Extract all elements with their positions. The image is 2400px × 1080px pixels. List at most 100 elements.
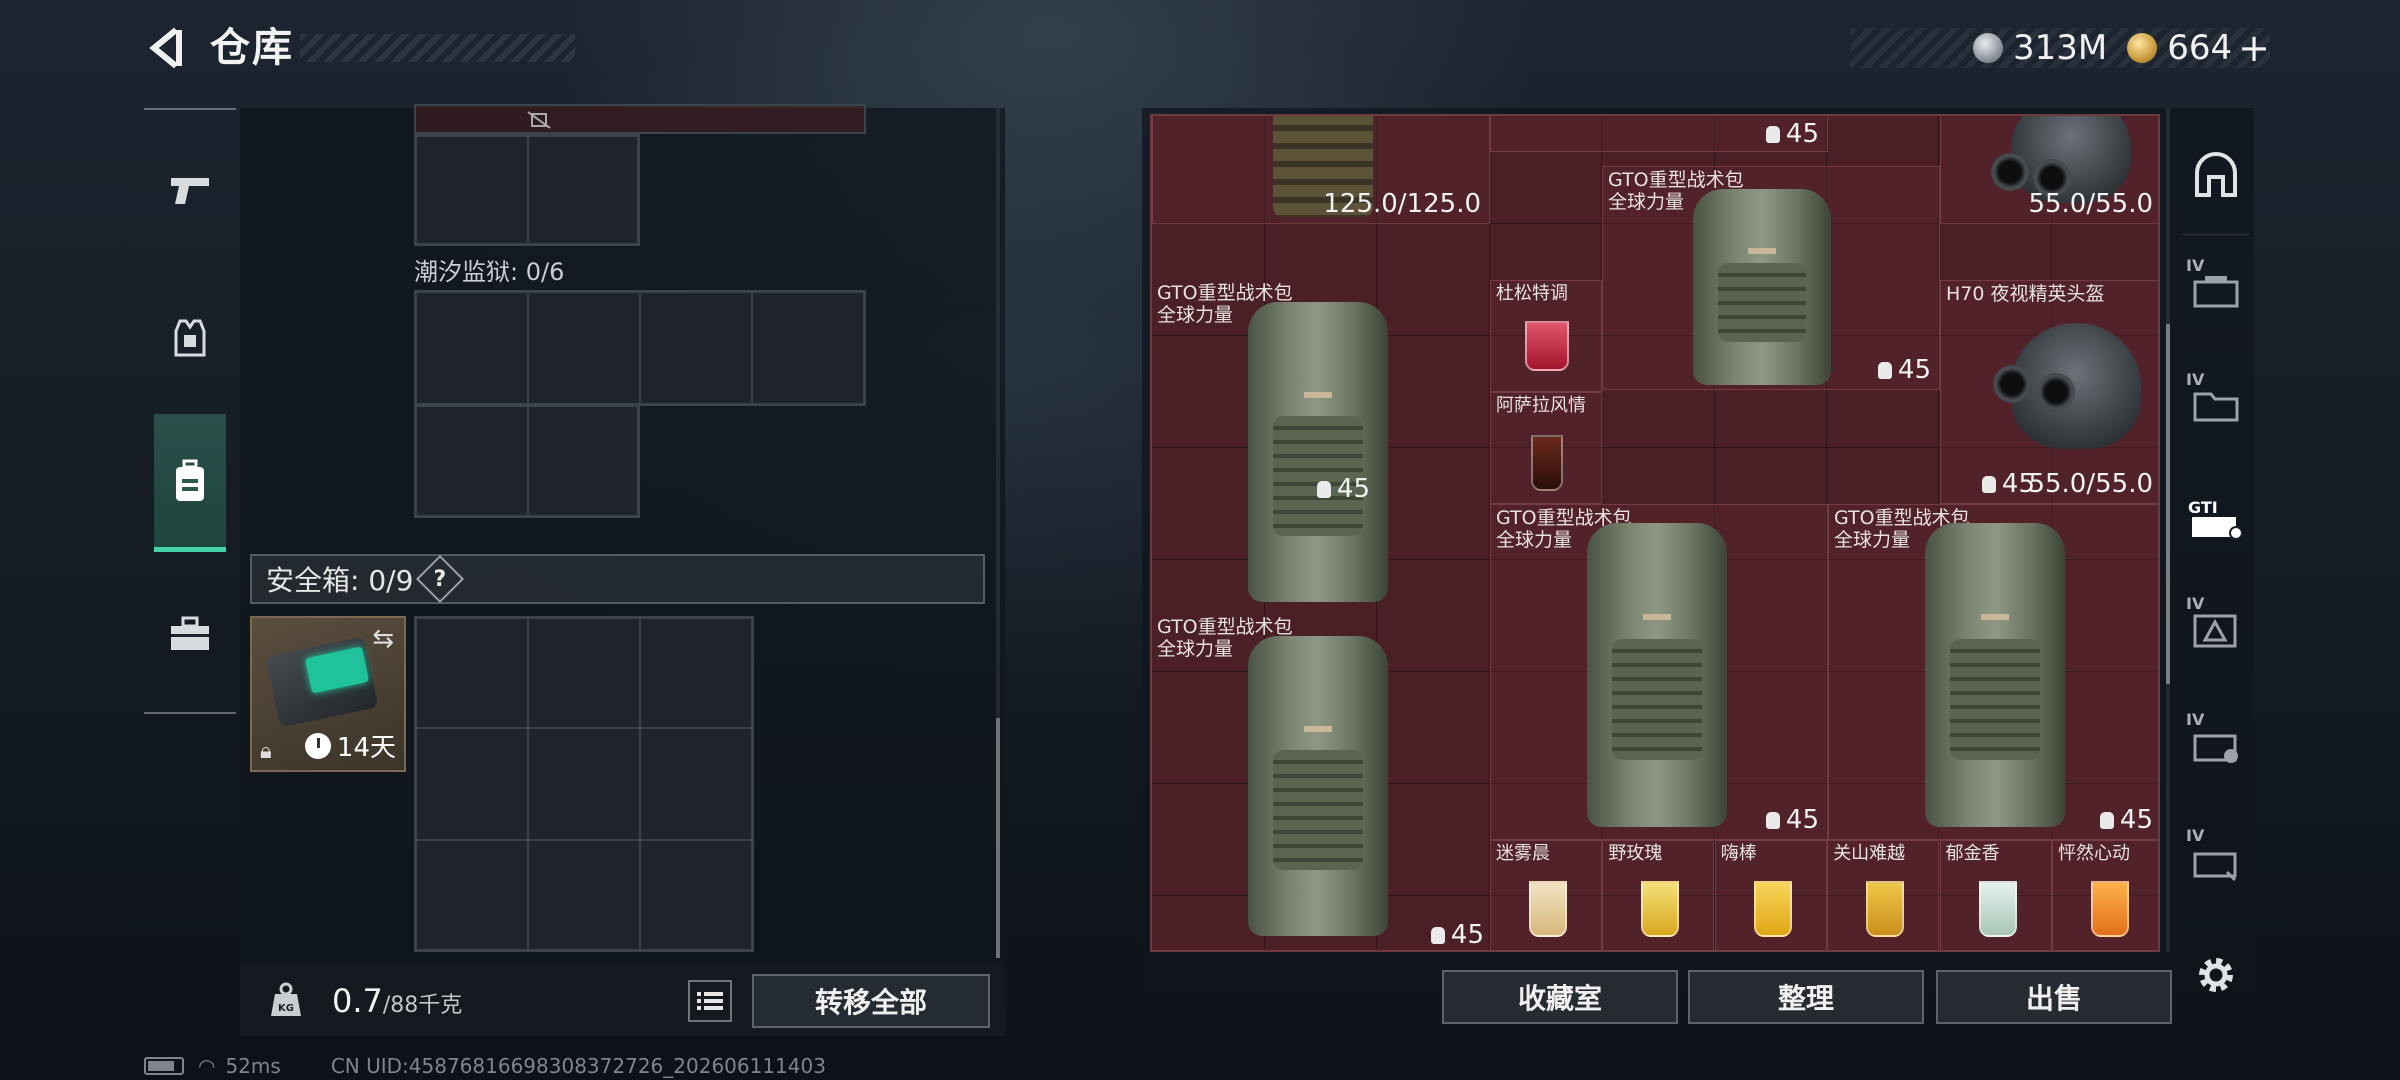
tab-container-4[interactable]: IV xyxy=(2182,698,2250,794)
grid-cell[interactable] xyxy=(640,840,752,950)
stash-grid: 125.0/125.0 45 55.0/55.0 GTO重型战术包 全球力量 4… xyxy=(1150,114,2160,952)
rail-item-supplies[interactable] xyxy=(154,584,226,684)
stash-item-gto-backpack[interactable]: GTO重型战术包 全球力量 45 xyxy=(1152,280,1490,614)
stash-item-gto-backpack[interactable]: GTO重型战术包 全球力量 45 xyxy=(1490,504,1828,840)
backpack-count-icon xyxy=(1430,926,1445,944)
stash-item-drink[interactable]: 嗨棒 xyxy=(1714,840,1827,950)
back-button[interactable] xyxy=(140,22,192,74)
stash-item-partial[interactable]: 45 xyxy=(1490,116,1828,152)
tab-level: IV xyxy=(2186,594,2205,613)
item-count-value: 45 xyxy=(1897,355,1931,385)
stash-item-drink[interactable]: 关山难越 xyxy=(1827,840,1940,950)
drink-image xyxy=(1753,881,1792,937)
grid-cell[interactable] xyxy=(640,292,752,404)
goggle-lens xyxy=(1993,365,2031,403)
left-scrollbar[interactable] xyxy=(996,108,1000,958)
grid-cell[interactable] xyxy=(416,136,528,244)
rail-item-backpack[interactable] xyxy=(154,414,226,552)
grid-cell[interactable] xyxy=(528,840,640,950)
grid-cell[interactable] xyxy=(528,292,640,404)
tab-gti[interactable]: GTI xyxy=(2182,470,2250,566)
grid-cell[interactable] xyxy=(528,406,638,516)
grid-cell[interactable] xyxy=(528,136,638,244)
gear-icon xyxy=(2199,958,2233,992)
grid-cell[interactable] xyxy=(416,618,528,728)
item-name: H70 夜视精英头盔 xyxy=(1946,283,2105,305)
grid-cell[interactable] xyxy=(752,292,864,404)
grid-cell[interactable] xyxy=(416,406,528,516)
drink-image xyxy=(2091,881,2129,937)
stash-scrollbar[interactable] xyxy=(2166,108,2170,952)
currency-bar: 313M 664 + xyxy=(1850,26,2270,70)
safe-box-grid xyxy=(414,616,754,952)
grid-cell[interactable] xyxy=(528,618,640,728)
help-button[interactable]: ? xyxy=(416,554,465,604)
inventory-panel: 潮汐监狱: 0/6 安全箱: 0/9 ? ⇆ 🔒︎ 14天 KG 0.7/88千… xyxy=(240,104,1005,1036)
grid-cell[interactable] xyxy=(416,292,528,404)
add-currency-button[interactable]: + xyxy=(2238,26,2270,70)
rail-item-weapons[interactable] xyxy=(154,140,226,240)
stash-item-drink[interactable]: 迷雾晨 xyxy=(1490,840,1602,950)
stash-item-gto-backpack[interactable]: GTO重型战术包 全球力量 45 xyxy=(1602,166,1940,390)
uid-text: CN UID:45876816698308372726_202606111403 xyxy=(330,1054,826,1078)
settings-button[interactable] xyxy=(2182,940,2250,1010)
tab-level: IV xyxy=(2186,710,2205,729)
item-count: 45 xyxy=(1316,474,1370,504)
safe-box-label: 安全箱: 0/9 xyxy=(266,564,414,597)
stash-item-drink[interactable]: 杜松特调 xyxy=(1490,280,1602,392)
grid-cell[interactable] xyxy=(416,728,528,840)
stash-item-gto-backpack[interactable]: GTO重型战术包 全球力量 45 xyxy=(1828,504,2158,840)
backpack-image xyxy=(1587,523,1727,827)
container-grid-small xyxy=(414,134,640,246)
stash-item-drink[interactable]: 野玫瑰 xyxy=(1602,840,1715,950)
tab-level: IV xyxy=(2186,370,2205,389)
title-decoration xyxy=(300,34,575,62)
stash-item-drink[interactable]: 郁金香 xyxy=(1939,840,2052,950)
organize-button[interactable]: 整理 xyxy=(1688,970,1924,1024)
grid-cell[interactable] xyxy=(640,728,752,840)
grid-cell[interactable] xyxy=(640,618,752,728)
help-icon: ? xyxy=(434,566,447,592)
scroll-thumb[interactable] xyxy=(2166,324,2170,684)
grid-cell[interactable] xyxy=(416,840,528,950)
backpack-count-icon xyxy=(1765,125,1780,143)
scroll-thumb[interactable] xyxy=(996,718,1000,958)
stash-item-drink[interactable]: 怦然心动 xyxy=(2052,840,2158,950)
swap-icon[interactable]: ⇆ xyxy=(372,624,394,654)
item-durability: 55.0/55.0 xyxy=(2028,469,2153,499)
tab-arch[interactable] xyxy=(2182,128,2250,224)
list-icon xyxy=(697,992,723,1010)
backpack-icon xyxy=(176,459,204,501)
stash-item-h70-helmet[interactable]: H70 夜视精英头盔 45 55.0/55.0 xyxy=(1940,280,2158,504)
stash-item-drink[interactable]: 阿萨拉风情 xyxy=(1490,392,1602,504)
tab-container-5[interactable]: IV xyxy=(2182,814,2250,910)
silver-coin-icon xyxy=(1973,33,2004,63)
item-name: 杜松特调 xyxy=(1496,283,1568,304)
grid-cell[interactable] xyxy=(528,728,640,840)
tab-container-3[interactable]: IV xyxy=(2182,582,2250,678)
container-grid-top xyxy=(414,104,866,134)
list-view-button[interactable] xyxy=(688,980,732,1022)
safe-box-item[interactable]: ⇆ 🔒︎ 14天 xyxy=(250,616,406,772)
stash-item-helmet-top[interactable]: 55.0/55.0 xyxy=(1940,116,2158,224)
sell-button[interactable]: 出售 xyxy=(1936,970,2172,1024)
currency-silver: 313M xyxy=(1973,28,2107,68)
item-name: 郁金香 xyxy=(1945,843,2000,864)
stash-item-gto-backpack[interactable]: GTO重型战术包 全球力量 45 xyxy=(1152,614,1490,950)
item-name: 野玫瑰 xyxy=(1608,843,1663,864)
weight-value: 0.7 xyxy=(332,982,383,1020)
item-count-value: 45 xyxy=(2119,805,2153,835)
rail-item-gear[interactable] xyxy=(154,288,226,388)
item-name: 迷雾晨 xyxy=(1496,843,1550,864)
category-rail xyxy=(144,108,236,714)
tab-container-1[interactable]: IV xyxy=(2182,244,2250,340)
backpack-image xyxy=(1248,302,1388,602)
collection-room-button[interactable]: 收藏室 xyxy=(1442,970,1678,1024)
drink-image xyxy=(1529,881,1567,937)
item-count-value: 45 xyxy=(1785,119,1819,149)
tab-container-2[interactable]: IV xyxy=(2182,358,2250,454)
drink-image xyxy=(1866,881,1905,937)
transfer-all-button[interactable]: 转移全部 xyxy=(752,974,990,1028)
stash-item-vest[interactable]: 125.0/125.0 xyxy=(1152,116,1490,224)
container-label: 潮汐监狱: 0/6 xyxy=(414,258,565,286)
